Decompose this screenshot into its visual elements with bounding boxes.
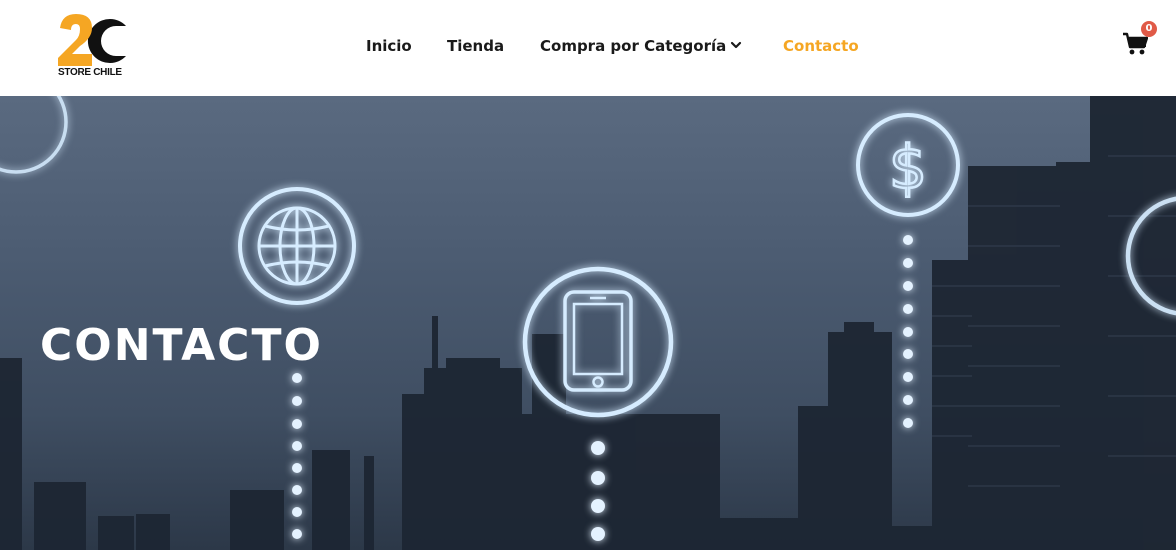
site-header: STORE CHILE Inicio Tienda Compra por Cat… — [0, 0, 1176, 96]
main-nav: Inicio Tienda Compra por Categoría Conta… — [0, 0, 1176, 96]
nav-item-tienda[interactable]: Tienda — [447, 36, 504, 56]
cart-count-badge: 0 — [1141, 21, 1157, 37]
svg-text:$: $ — [889, 133, 927, 203]
page-title: CONTACTO — [40, 320, 323, 371]
hero-banner: $ CONTACTO — [0, 96, 1176, 550]
chevron-down-icon[interactable] — [730, 39, 742, 51]
nav-item-contacto[interactable]: Contacto — [783, 36, 859, 56]
nav-item-inicio[interactable]: Inicio — [366, 36, 412, 56]
nav-item-categoria[interactable]: Compra por Categoría — [540, 36, 726, 56]
